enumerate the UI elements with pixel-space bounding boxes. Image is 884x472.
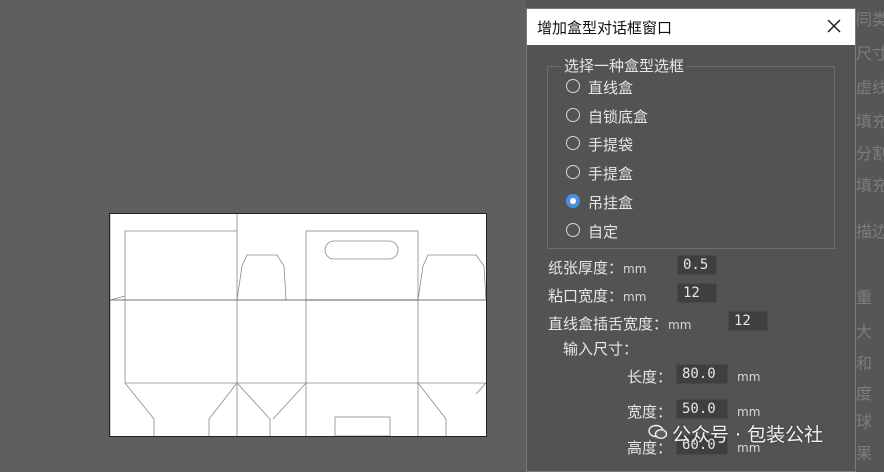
background-text-fragment: 大 (856, 322, 873, 341)
box-template-canvas[interactable] (109, 213, 487, 437)
radio-button[interactable] (566, 136, 580, 150)
radio-label: 直线盒 (588, 79, 634, 97)
close-icon[interactable] (823, 15, 845, 37)
radio-button[interactable] (566, 108, 580, 122)
width-input[interactable]: 50.0 (676, 399, 728, 419)
glue-width-label: 粘口宽度：mm (548, 285, 646, 306)
box-dieline-drawing (110, 214, 486, 436)
background-text-fragment: 填充 (856, 112, 884, 131)
radio-button[interactable] (566, 223, 580, 237)
width-unit: mm (737, 405, 761, 419)
tuck-width-input[interactable]: 12 (728, 311, 768, 331)
paper-thickness-text: 纸张厚度： (548, 259, 624, 277)
background-text-fragment: 描边 (856, 222, 884, 241)
radio-label: 手提盒 (588, 165, 634, 183)
paper-thickness-input[interactable]: 0.5 (677, 255, 717, 275)
radio-label: 自锁底盒 (588, 108, 649, 126)
wechat-icon (648, 424, 668, 440)
radio-label: 自定 (588, 223, 619, 241)
length-unit: mm (737, 370, 761, 384)
length-label: 长度： (627, 368, 673, 386)
background-text-fragment: 果 (856, 444, 873, 463)
background-text-fragment: 虚线 (856, 78, 884, 97)
watermark-text: 公众号 · 包装公社 (672, 424, 824, 446)
tuck-width-text: 直线盒插舌宽度： (548, 315, 669, 333)
width-label: 宽度： (627, 403, 673, 421)
background-text-fragment: 分割 (856, 144, 884, 163)
glue-width-input[interactable]: 12 (677, 283, 717, 303)
glue-width-unit: mm (623, 290, 647, 304)
dialog-title: 增加盒型对话框窗口 (537, 19, 673, 37)
background-text-fragment: 尺寸 (856, 44, 884, 63)
radio-button-selected[interactable] (566, 194, 580, 208)
input-size-title: 输入尺寸： (563, 340, 639, 358)
paper-thickness-unit: mm (623, 262, 647, 276)
radio-button[interactable] (566, 165, 580, 179)
tuck-width-label: 直线盒插舌宽度：mm (548, 313, 691, 334)
height-label: 高度： (627, 439, 673, 457)
add-box-type-dialog: 增加盒型对话框窗口 选择一种盒型选框 直线盒 自锁底盒 手提袋 手提盒 吊挂盒 … (526, 8, 856, 472)
box-type-group-title: 选择一种盒型选框 (561, 55, 688, 76)
background-text-fragment: 球 (856, 412, 873, 431)
tuck-width-unit: mm (668, 318, 692, 332)
paper-thickness-label: 纸张厚度：mm (548, 257, 646, 278)
radio-button[interactable] (566, 79, 580, 93)
background-text-fragment: 填充 (856, 176, 884, 195)
background-text-fragment: 重 (856, 288, 873, 307)
glue-width-text: 粘口宽度： (548, 287, 624, 305)
length-input[interactable]: 80.0 (676, 364, 728, 384)
dialog-titlebar: 增加盒型对话框窗口 (527, 9, 855, 45)
background-text-fragment: 同类 (856, 10, 884, 29)
background-text-fragment: 度 (856, 384, 873, 403)
background-text-fragment: 和 (856, 354, 873, 373)
radio-label: 吊挂盒 (588, 194, 634, 212)
radio-label: 手提袋 (588, 136, 634, 154)
